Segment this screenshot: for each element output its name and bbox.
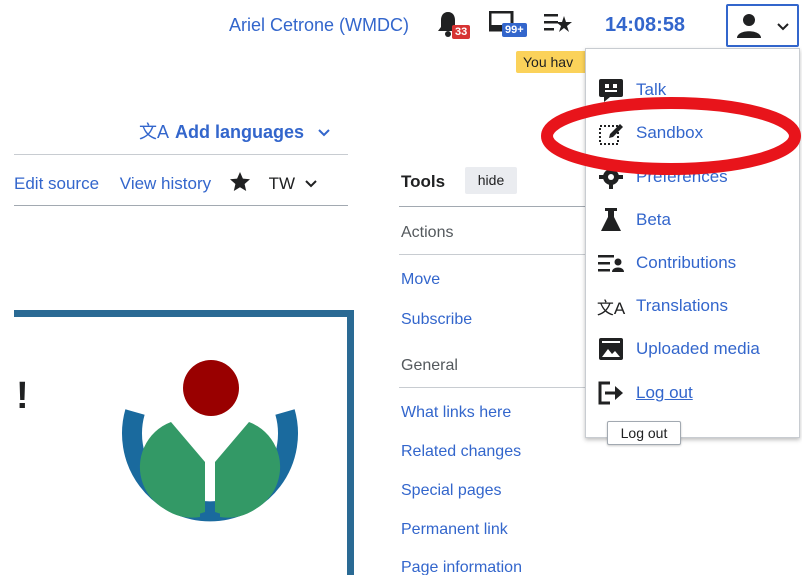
tools-section-general: General <box>401 357 458 374</box>
media-icon <box>596 334 626 364</box>
notices-button[interactable]: 99+ <box>489 9 541 41</box>
menu-item-label: Uploaded media <box>636 339 760 358</box>
notification-tooltip: You hav <box>516 51 596 73</box>
user-menu-button[interactable] <box>726 4 799 47</box>
page-tabs: Edit source View history TW <box>14 172 318 194</box>
translate-icon: 文A <box>139 122 170 142</box>
tools-hide-button[interactable]: hide <box>465 167 517 194</box>
flask-icon <box>596 205 626 235</box>
menu-item-label: Log out <box>636 383 693 402</box>
divider <box>14 205 348 206</box>
menu-item-contributions[interactable]: Contributions <box>596 248 736 278</box>
tab-view-history[interactable]: View history <box>120 174 211 193</box>
chevron-down-icon <box>318 129 330 137</box>
tools-link-subscribe[interactable]: Subscribe <box>401 311 472 329</box>
wikimedia-logo <box>122 360 298 522</box>
divider <box>399 254 589 255</box>
menu-item-beta[interactable]: Beta <box>596 205 671 235</box>
clock: 14:08:58 <box>605 14 686 36</box>
menu-item-label: Beta <box>636 210 671 229</box>
menu-item-log-out[interactable]: Log out <box>596 378 693 408</box>
logout-tooltip: Log out <box>607 421 681 445</box>
tools-link-special-pages[interactable]: Special pages <box>401 482 502 500</box>
star-icon[interactable] <box>229 172 250 191</box>
tools-link-related-changes[interactable]: Related changes <box>401 443 521 461</box>
tools-link-what-links-here[interactable]: What links here <box>401 404 511 422</box>
menu-item-translations[interactable]: 文A Translations <box>596 291 728 321</box>
alerts-button[interactable]: 33 <box>435 8 475 40</box>
contributions-icon <box>596 248 626 278</box>
menu-item-uploaded-media[interactable]: Uploaded media <box>596 334 760 364</box>
watchlist-icon <box>544 14 572 32</box>
highlight-ellipse <box>541 97 801 175</box>
menu-item-label: Contributions <box>636 253 737 272</box>
username-link[interactable]: Ariel Cetrone (WMDC) <box>229 15 409 36</box>
add-languages-button[interactable]: 文A Add languages <box>139 118 331 144</box>
menu-item-label: Translations <box>636 296 728 315</box>
watchlist-button[interactable] <box>544 12 572 36</box>
user-icon <box>737 14 761 38</box>
exclamation-text: ! <box>16 375 29 417</box>
alerts-count-badge: 33 <box>452 25 471 39</box>
chevron-down-icon <box>305 180 317 188</box>
tools-link-page-information[interactable]: Page information <box>401 559 522 575</box>
tools-section-actions: Actions <box>401 224 454 241</box>
divider <box>14 154 348 155</box>
divider <box>399 387 589 388</box>
tools-link-permanent-link[interactable]: Permanent link <box>401 521 508 539</box>
tools-link-move[interactable]: Move <box>401 271 440 289</box>
add-languages-label: Add languages <box>175 122 305 142</box>
notices-count-badge: 99+ <box>502 23 527 37</box>
tab-tw[interactable]: TW <box>269 174 295 193</box>
chevron-down-icon <box>777 23 789 31</box>
tools-title: Tools <box>401 172 446 191</box>
divider <box>399 206 589 207</box>
logout-icon <box>596 378 626 408</box>
translate-icon: 文A <box>596 298 626 318</box>
tab-edit-source[interactable]: Edit source <box>14 174 99 193</box>
